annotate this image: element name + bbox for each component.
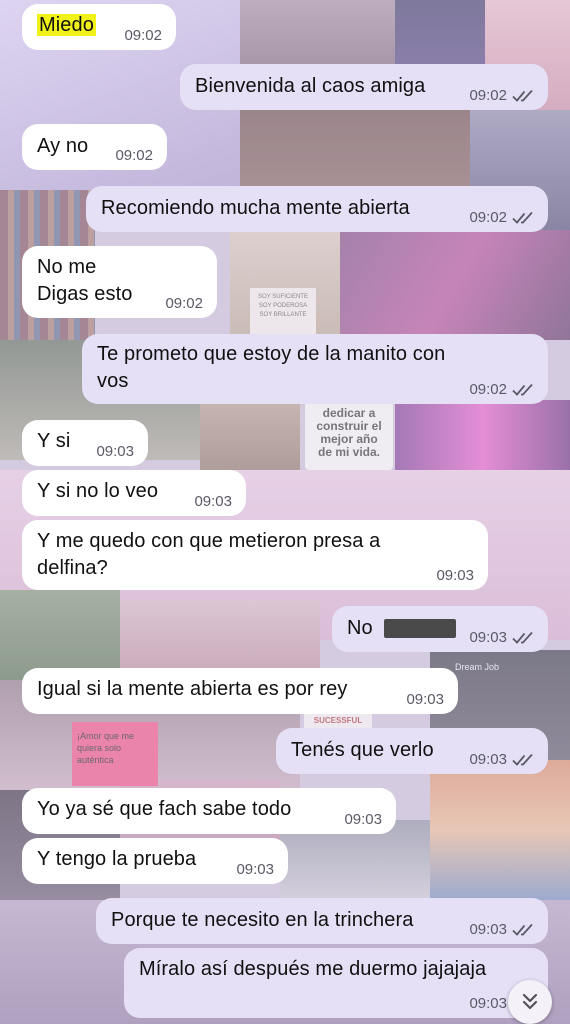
message-outgoing[interactable]: Porque te necesito en la trinchera 09:03 [96, 898, 548, 944]
message-time: 09:03 [236, 861, 274, 878]
message-time: 09:03 [406, 691, 444, 708]
message-text: Recomiendo mucha mente abierta [101, 197, 410, 219]
message-meta: 09:03 [96, 443, 134, 460]
redacted-text-block [384, 619, 456, 638]
message-time: 09:02 [115, 147, 153, 164]
message-time: 09:03 [344, 811, 382, 828]
message-text: Y me quedo con que metieron presa a delf… [37, 530, 381, 579]
message-time: 09:03 [469, 751, 507, 768]
message-incoming[interactable]: Y tengo la prueba 09:03 [22, 838, 288, 884]
message-meta: 09:03 [344, 811, 382, 828]
message-incoming[interactable]: Y si 09:03 [22, 420, 148, 466]
message-time: 09:02 [165, 295, 203, 312]
double-chevron-down-icon [522, 993, 538, 1010]
double-check-icon [512, 89, 533, 102]
message-incoming[interactable]: Miedo 09:02 [22, 4, 176, 50]
message-time: 09:03 [96, 443, 134, 460]
message-time: 09:02 [469, 209, 507, 226]
message-text: Te prometo que estoy de la manito con vo… [97, 343, 446, 392]
message-outgoing[interactable]: Bienvenida al caos amiga 09:02 [180, 64, 548, 110]
message-text: Y si [37, 430, 71, 452]
message-text: Miedo [37, 12, 96, 39]
message-meta: 09:03 [436, 567, 474, 584]
message-text: Porque te necesito en la trinchera [111, 909, 414, 931]
message-text: Igual si la mente abierta es por rey [37, 678, 348, 700]
message-text: No me Digas esto [37, 256, 133, 305]
message-incoming[interactable]: Yo ya sé que fach sabe todo 09:03 [22, 788, 396, 834]
message-text: Y tengo la prueba [37, 848, 197, 870]
message-text: Míralo así después me duermo jajajaja [139, 958, 487, 980]
message-outgoing[interactable]: Tenés que verlo 09:03 [276, 728, 548, 774]
double-check-icon [512, 631, 533, 644]
message-time: 09:02 [469, 381, 507, 398]
message-meta: 09:03 [406, 691, 444, 708]
message-text: Bienvenida al caos amiga [195, 75, 426, 97]
message-incoming[interactable]: Ay no 09:02 [22, 124, 167, 170]
message-meta: 09:02 [115, 147, 153, 164]
message-time: 09:03 [436, 567, 474, 584]
message-meta: 09:02 [469, 209, 536, 226]
message-incoming[interactable]: Y me quedo con que metieron presa a delf… [22, 520, 488, 590]
message-meta: 09:03 [469, 751, 536, 768]
message-time: 09:03 [469, 995, 507, 1012]
message-text: No [347, 617, 373, 639]
message-meta: 09:02 [165, 295, 203, 312]
message-time: 09:03 [194, 493, 232, 510]
message-meta: 09:03 [469, 921, 536, 938]
message-outgoing[interactable]: Recomiendo mucha mente abierta 09:02 [86, 186, 548, 232]
message-outgoing[interactable]: No 09:03 [332, 606, 548, 652]
message-time: 09:03 [469, 921, 507, 938]
message-time: 09:02 [469, 87, 507, 104]
message-incoming[interactable]: Y si no lo veo 09:03 [22, 470, 246, 516]
message-outgoing[interactable]: Míralo así después me duermo jajajaja 09… [124, 948, 548, 1018]
message-incoming[interactable]: Igual si la mente abierta es por rey 09:… [22, 668, 458, 714]
scroll-to-bottom-button[interactable] [508, 980, 552, 1024]
message-meta: 09:03 [236, 861, 274, 878]
message-time: 09:03 [469, 629, 507, 646]
message-text: Yo ya sé que fach sabe todo [37, 798, 292, 820]
highlighted-text: Miedo [37, 14, 96, 36]
message-text: Ay no [37, 135, 89, 157]
double-check-icon [512, 753, 533, 766]
double-check-icon [512, 211, 533, 224]
message-meta: 09:02 [469, 87, 536, 104]
message-meta: 09:02 [124, 27, 162, 44]
message-time: 09:02 [124, 27, 162, 44]
double-check-icon [512, 383, 533, 396]
message-meta: 09:02 [469, 381, 536, 398]
message-outgoing[interactable]: Te prometo que estoy de la manito con vo… [82, 334, 548, 404]
message-incoming[interactable]: No me Digas esto 09:02 [22, 246, 217, 318]
message-meta: 09:03 [469, 629, 536, 646]
message-text: Tenés que verlo [291, 739, 434, 761]
message-text: Y si no lo veo [37, 480, 159, 502]
double-check-icon [512, 923, 533, 936]
message-meta: 09:03 [194, 493, 232, 510]
